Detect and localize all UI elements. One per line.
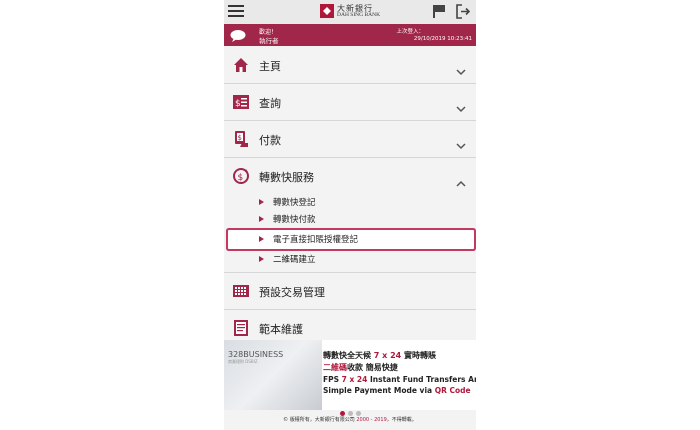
logout-icon[interactable] — [456, 4, 471, 19]
svg-text:$: $ — [238, 173, 244, 183]
menu-item-label: 付款 — [259, 134, 281, 147]
main-menu: 主頁 $ 查詢 $ 付款 $ 轉數快服務 轉數快登記 轉數快付款 電子直接扣賬授… — [224, 47, 476, 347]
submenu-item-label: 轉數快付款 — [273, 215, 316, 225]
submenu-item-fps-payment[interactable]: 轉數快付款 — [224, 211, 476, 228]
chat-icon[interactable] — [230, 28, 246, 42]
banner-line-3: FPS 7 x 24 Instant Fund Transfers Anytim… — [323, 375, 476, 384]
copyright-footer: © 版權所有，大新銀行有限公司 2000 - 2019，不得轉載。 — [283, 417, 417, 423]
chevron-up-icon — [456, 172, 466, 187]
logo-mark-icon — [320, 4, 334, 18]
banner-image: 328BUSINESS 商業理財 DSBIZ — [224, 340, 322, 410]
mobile-banking-app: 大新銀行 DAH SING BANK 歡迎！ 執行者 上次登入： 29/10/2… — [224, 0, 476, 430]
submenu-item-label: 電子直接扣賬授權登記 — [273, 235, 359, 245]
menu-item-enquiry[interactable]: $ 查詢 — [224, 84, 476, 121]
banner-brand: 328BUSINESS — [228, 350, 284, 359]
menu-item-label: 轉數快服務 — [259, 171, 314, 184]
banner-line-2: 二維碼收款 簡易快捷 — [323, 363, 398, 372]
template-icon — [233, 320, 249, 336]
banner-line-4: Simple Payment Mode via QR Code — [323, 386, 471, 395]
chevron-down-icon — [456, 135, 466, 150]
menu-item-home[interactable]: 主頁 — [224, 47, 476, 84]
fps-icon: $ — [233, 168, 249, 184]
home-icon — [233, 57, 249, 73]
banner-brand-sub: 商業理財 DSBIZ — [228, 359, 258, 364]
submenu-item-edda-registration[interactable]: 電子直接扣賬授權登記 — [228, 230, 474, 249]
triangle-right-icon — [259, 199, 264, 205]
menu-item-label: 查詢 — [259, 97, 281, 110]
banner-line-1: 轉數快全天候 7 x 24 實時轉賬 — [323, 351, 437, 360]
bank-logo[interactable]: 大新銀行 DAH SING BANK — [320, 3, 390, 21]
submenu-item-fps-registration[interactable]: 轉數快登記 — [224, 194, 476, 211]
menu-item-fps[interactable]: $ 轉數快服務 — [224, 158, 476, 194]
enquiry-icon: $ — [233, 94, 249, 110]
menu-item-scheduled-transactions[interactable]: 預設交易管理 — [224, 273, 476, 310]
menu-item-label: 主頁 — [259, 60, 281, 73]
top-bar: 大新銀行 DAH SING BANK — [224, 0, 476, 25]
menu-item-label: 範本維護 — [259, 323, 303, 336]
flag-icon[interactable] — [432, 5, 445, 18]
svg-text:$: $ — [235, 99, 241, 109]
triangle-right-icon — [259, 256, 264, 262]
fps-submenu: 轉數快登記 轉數快付款 電子直接扣賬授權登記 二維碼建立 — [224, 194, 476, 273]
payment-icon: $ — [233, 131, 249, 147]
submenu-item-label: 轉數快登記 — [273, 198, 316, 208]
user-name: 執行者 — [259, 37, 279, 45]
submenu-item-label: 二維碼建立 — [273, 255, 316, 265]
svg-text:$: $ — [238, 134, 242, 142]
promo-banner[interactable]: 328BUSINESS 商業理財 DSBIZ 轉數快全天候 7 x 24 實時轉… — [224, 340, 476, 410]
triangle-right-icon — [259, 236, 264, 242]
menu-item-payment[interactable]: $ 付款 — [224, 121, 476, 158]
triangle-right-icon — [259, 216, 264, 222]
menu-item-label: 預設交易管理 — [259, 286, 325, 299]
welcome-bar: 歡迎！ 執行者 上次登入： 29/10/2019 10:23:41 — [224, 24, 476, 46]
logo-english: DAH SING BANK — [337, 12, 381, 18]
chevron-down-icon — [456, 98, 466, 113]
last-login-label: 上次登入： — [396, 29, 424, 35]
last-login-time: 29/10/2019 10:23:41 — [413, 36, 472, 42]
submenu-item-qr-code-creation[interactable]: 二維碼建立 — [224, 251, 476, 268]
calendar-icon — [233, 283, 249, 299]
chevron-down-icon — [456, 61, 466, 76]
hamburger-menu-icon[interactable] — [228, 4, 244, 18]
